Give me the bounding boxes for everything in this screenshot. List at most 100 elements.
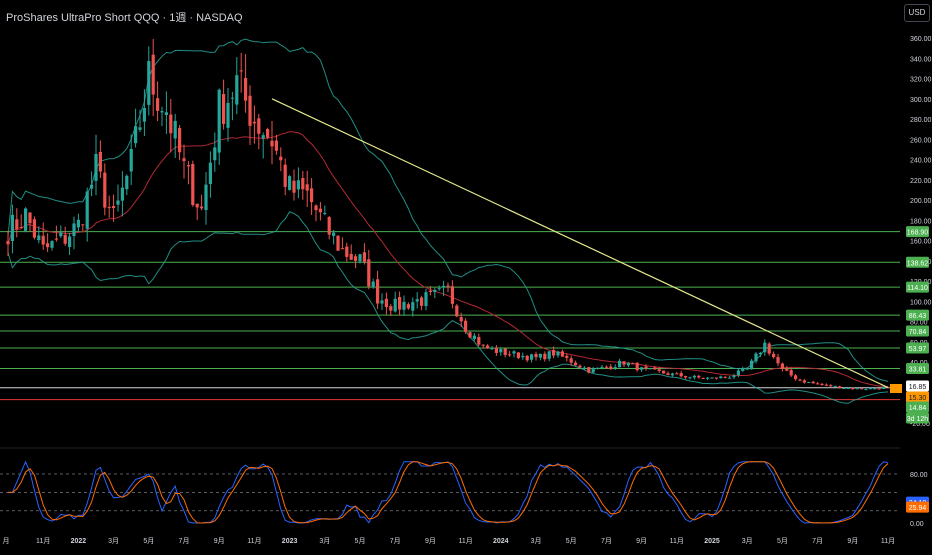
candle-body bbox=[50, 241, 54, 248]
candle-body bbox=[380, 300, 384, 304]
candle-body bbox=[15, 219, 19, 229]
candle-body bbox=[582, 367, 586, 369]
candle-body bbox=[270, 140, 274, 147]
candle-body bbox=[134, 126, 138, 144]
candle-body bbox=[76, 219, 80, 228]
candle-body bbox=[670, 373, 674, 376]
candle-body bbox=[63, 234, 67, 244]
candle-body bbox=[609, 366, 613, 369]
candle-body bbox=[147, 61, 151, 105]
time-tick-label: 2022 bbox=[71, 538, 87, 545]
candle-body bbox=[688, 377, 692, 379]
candle-body bbox=[873, 388, 877, 390]
candle-body bbox=[714, 377, 718, 379]
price-tick-label: 220.00 bbox=[910, 178, 932, 185]
candle-body bbox=[719, 376, 723, 379]
candle-body bbox=[618, 360, 622, 368]
time-tick-label: 11月 bbox=[881, 537, 895, 545]
candle-body bbox=[877, 388, 881, 390]
candle-body bbox=[785, 368, 789, 371]
price-tag-label: 14.84 bbox=[909, 405, 927, 412]
candle-body bbox=[112, 205, 116, 209]
time-tick-label: 7月 bbox=[179, 537, 190, 545]
candle-body bbox=[266, 129, 270, 138]
candle-body bbox=[697, 375, 701, 378]
time-axis: 月 11月 2022 3月 5月 7月 9月 11月 2023 3月 5月 7月 9月 11月 2024 3月… bbox=[3, 537, 896, 545]
candle-body bbox=[336, 235, 340, 251]
candle-body bbox=[94, 153, 98, 181]
candle-body bbox=[305, 184, 309, 191]
currency-button[interactable]: USD bbox=[904, 4, 930, 22]
bollinger-upper-band bbox=[7, 38, 889, 382]
candle-body bbox=[323, 212, 327, 214]
candle-body bbox=[552, 350, 556, 356]
last-bar-marker bbox=[890, 384, 902, 393]
candle-body bbox=[90, 184, 94, 189]
candle-body bbox=[820, 383, 824, 385]
candle-body bbox=[6, 241, 10, 245]
candle-body bbox=[151, 54, 155, 95]
candle-body bbox=[129, 148, 133, 172]
candle-body bbox=[340, 248, 344, 250]
candle-body bbox=[301, 178, 305, 190]
candle-body bbox=[257, 118, 261, 134]
candle-body bbox=[318, 208, 322, 213]
chart-area[interactable]: 360.00 340.00 320.00 300.00 280.00 260.00 240.… bbox=[0, 0, 932, 550]
candle-body bbox=[692, 375, 696, 378]
candle-body bbox=[261, 135, 265, 139]
candle-body bbox=[446, 285, 450, 287]
time-tick-label: 7月 bbox=[601, 537, 612, 545]
candle-body bbox=[72, 223, 76, 236]
candle-body bbox=[882, 386, 886, 389]
candle-body bbox=[24, 208, 28, 231]
candle-body bbox=[666, 373, 670, 376]
time-tick-label: 9月 bbox=[425, 537, 436, 545]
candle-body bbox=[10, 214, 14, 242]
candle-body bbox=[85, 191, 89, 229]
candle-body bbox=[376, 279, 380, 304]
candle-body bbox=[103, 172, 107, 208]
level-price-label: 70.84 bbox=[909, 329, 927, 336]
candle-body bbox=[833, 385, 837, 387]
candle-body bbox=[732, 375, 736, 378]
candle-body bbox=[296, 180, 300, 190]
time-tick-label: 2025 bbox=[704, 538, 720, 545]
candle-body bbox=[591, 368, 595, 373]
candle-body bbox=[538, 353, 542, 358]
candle-body bbox=[829, 385, 833, 387]
candle-body bbox=[648, 368, 652, 370]
candle-body bbox=[745, 368, 749, 370]
candle-body bbox=[173, 120, 177, 139]
candle-body bbox=[191, 164, 195, 205]
candle-body bbox=[824, 384, 828, 386]
candle-body bbox=[411, 302, 415, 311]
candle-body bbox=[164, 112, 168, 115]
candle-body bbox=[393, 298, 397, 312]
candle-body bbox=[213, 147, 217, 161]
price-tick-label: 340.00 bbox=[910, 56, 932, 63]
candle-body bbox=[283, 164, 287, 187]
candle-body bbox=[477, 337, 481, 345]
candle-body bbox=[28, 212, 32, 224]
candle-body bbox=[120, 187, 124, 201]
candle-body bbox=[481, 344, 485, 346]
candle-body bbox=[675, 373, 679, 375]
trendline bbox=[271, 98, 889, 389]
level-price-label: 138.62 bbox=[907, 260, 929, 267]
time-tick-label: 2023 bbox=[282, 538, 298, 545]
candle-body bbox=[230, 97, 234, 99]
candle-body bbox=[508, 354, 512, 356]
chart-canvas[interactable]: 360.00 340.00 320.00 300.00 280.00 260.00 240.… bbox=[0, 0, 932, 550]
level-price-label: 114.10 bbox=[907, 285, 928, 292]
price-labels-layer: 168.90138.62114.1086.4370.8453.9733.813.… bbox=[890, 226, 929, 513]
candle-body bbox=[182, 158, 186, 162]
candle-body bbox=[560, 351, 564, 357]
time-tick-label: 月 bbox=[3, 537, 10, 545]
candle-body bbox=[367, 259, 371, 287]
candle-body bbox=[838, 386, 842, 389]
candle-body bbox=[310, 188, 314, 203]
level-price-label: 53.97 bbox=[909, 346, 927, 353]
candle-body bbox=[142, 108, 146, 122]
bollinger-lower-band bbox=[7, 211, 889, 404]
price-tag-label: 16.85 bbox=[909, 384, 927, 391]
